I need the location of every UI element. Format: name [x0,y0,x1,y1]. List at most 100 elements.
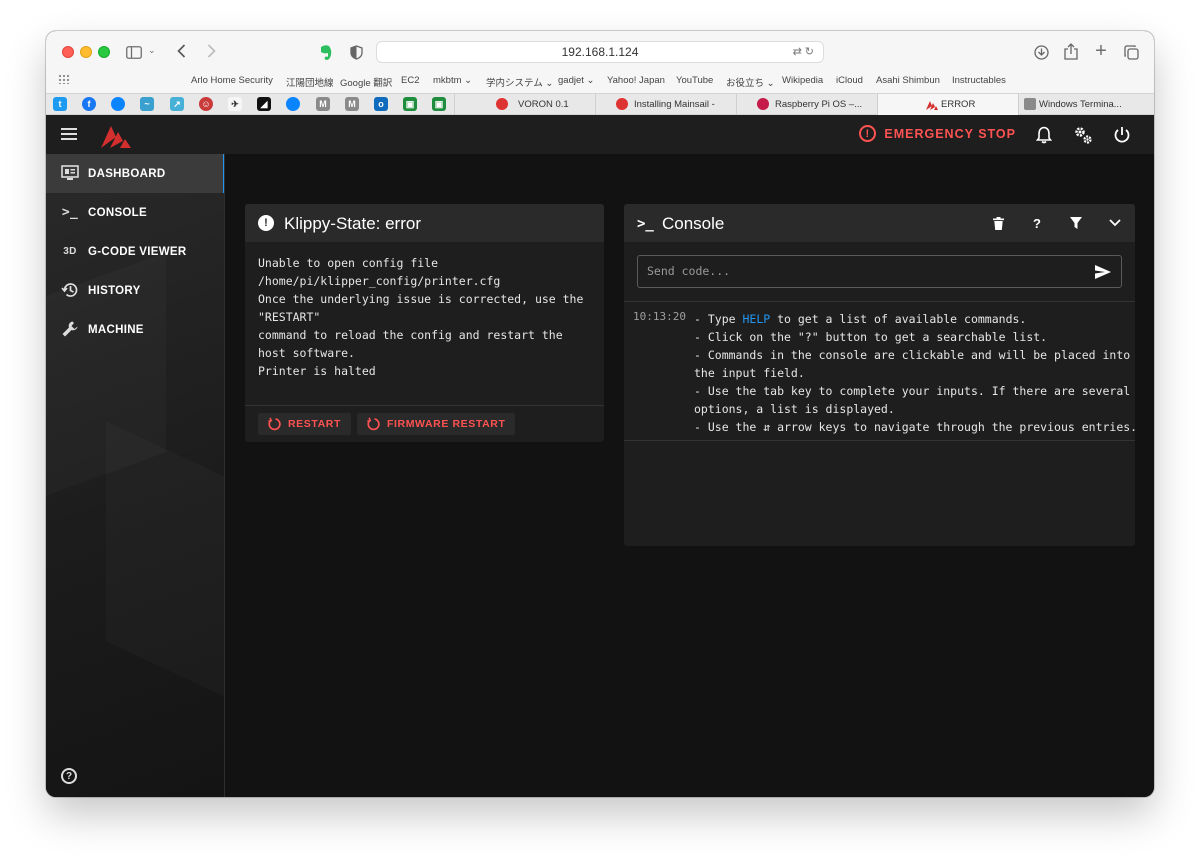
tab-raspberry-pi[interactable]: Raspberry Pi OS –... [736,94,877,115]
sidebar-item-dashboard[interactable]: DASHBOARD [46,154,224,193]
message-line: command to reload the config and restart… [258,328,563,342]
chart-icon[interactable]: ↗ [170,97,184,111]
menu-icon[interactable] [61,128,77,140]
tab-installing-mainsail[interactable]: Installing Mainsail - [595,94,736,115]
downloads-icon[interactable] [1032,43,1050,61]
help-command-link[interactable]: HELP [742,312,770,326]
favorite-link[interactable]: Google 翻訳 [340,75,392,89]
favorite-link[interactable]: Arlo Home Security [191,75,273,86]
message-line: /home/pi/klipper_config/printer.cfg [258,274,501,288]
twitter-icon[interactable]: t [53,97,67,111]
trash-icon[interactable] [988,213,1008,233]
favorite-link[interactable]: 江陽団地線 [286,75,334,89]
favorite-link[interactable]: gadjet ⌄ [558,75,594,86]
help-button[interactable]: ? [1027,213,1047,233]
bird-icon[interactable]: ✈ [228,97,242,111]
console-card-header: >_ Console ? [624,204,1135,242]
favorite-link[interactable]: Asahi Shimbun [876,75,940,86]
console-line: - Use the tab key to complete your input… [694,384,1131,398]
sidebar-item-gcode-viewer[interactable]: 3D G-CODE VIEWER [46,232,224,271]
mainsail-logo[interactable] [101,122,133,148]
browser-toolbar: ⌄ 192.168.1.124 ⇄↻ + Arlo Home Security … [46,31,1154,93]
help-circle-icon[interactable]: ? [61,768,77,784]
alert-circle-icon: ! [258,215,274,231]
favorite-link[interactable]: Yahoo! Japan [607,75,665,86]
power-icon[interactable] [1111,124,1133,146]
favorite-link[interactable]: YouTube [676,75,713,86]
message-line: Printer is halted [258,364,376,378]
tab-overview-icon[interactable] [1122,43,1140,61]
zoom-window-button[interactable] [98,46,110,58]
console-message: - Type HELP to get a list of available c… [694,310,1135,436]
new-tab-icon[interactable]: + [1092,41,1110,61]
tab-windows-terminal[interactable]: Windows Termina... [1018,94,1154,115]
message-line: Once the underlying issue is corrected, … [258,292,584,306]
favorite-link[interactable]: Instructables [952,75,1006,86]
favorite-link[interactable]: mkbtm ⌄ [433,75,472,86]
browser-window: ⌄ 192.168.1.124 ⇄↻ + Arlo Home Security … [46,31,1154,797]
console-line: - Type HELP to get a list of available c… [694,312,1027,326]
facebook-icon[interactable]: f [82,97,96,111]
favorite-link[interactable]: EC2 [401,75,419,86]
klippy-state-title: Klippy-State: error [284,214,421,233]
sidebar-item-machine[interactable]: MACHINE [46,310,224,349]
minimize-window-button[interactable] [80,46,92,58]
octoprint-icon[interactable]: ☺ [199,97,213,111]
app-bar: ! EMERGENCY STOP [46,115,1154,154]
translate-reload-icon[interactable]: ⇄↻ [793,45,817,58]
console-icon: >_ [637,216,654,232]
console-line: the input field. [694,366,805,380]
privacy-shield-icon[interactable] [348,44,364,60]
back-icon[interactable] [174,43,188,59]
c-icon [1024,98,1036,110]
classroom-icon[interactable]: ▣ [432,97,446,111]
sidebar-item-console[interactable]: >_ CONSOLE [46,193,224,232]
messenger-icon[interactable] [286,97,300,111]
klippy-card-header: ! Klippy-State: error [245,204,604,242]
filter-icon[interactable] [1066,213,1086,233]
tab-bar: t f ~ ↗ ☺ ✈ ◢ M M o ▣ ▣ VORON 0.1 Instal… [46,93,1154,115]
adobe-icon[interactable]: ~ [140,97,154,111]
share-icon[interactable] [1062,42,1080,60]
divider [624,440,1135,441]
favorite-link[interactable]: 学内システム ⌄ [486,75,553,89]
favorite-link[interactable]: Wikipedia [782,75,823,86]
notifications-bell-icon[interactable] [1033,124,1055,146]
address-bar[interactable]: 192.168.1.124 ⇄↻ [376,41,824,63]
raspberry-pi-icon [757,98,769,110]
console-line: - Commands in the console are clickable … [694,348,1131,362]
restart-button[interactable]: RESTART [258,413,352,435]
m-icon[interactable]: M [316,97,330,111]
forward-icon[interactable] [204,43,218,59]
tab-voron[interactable]: VORON 0.1 [454,94,595,115]
evernote-icon[interactable] [317,43,333,61]
messenger-icon[interactable] [111,97,125,111]
favorites-bar: Arlo Home Security 江陽団地線 Google 翻訳 EC2 m… [46,71,1154,91]
console-line: options, a list is displayed. [694,402,895,416]
favorite-link[interactable]: iCloud [836,75,863,86]
sidebar-toggle-icon[interactable] [125,44,143,60]
mainsail-app: ! EMERGENCY STOP DASHBOARD >_ CONSOLE 3D… [46,115,1154,797]
outlook-icon[interactable]: o [374,97,388,111]
tab-error[interactable]: ERROR [877,94,1018,115]
message-line: host software. [258,346,355,360]
autodesk-icon[interactable]: ◢ [257,97,271,111]
settings-gears-icon[interactable] [1072,124,1094,146]
send-code-input[interactable] [647,264,1077,278]
close-window-button[interactable] [62,46,74,58]
emergency-stop-button[interactable]: ! EMERGENCY STOP [859,125,1016,142]
chevron-down-icon[interactable]: ⌄ [148,46,156,55]
favorite-link[interactable]: お役立ち ⌄ [726,75,775,89]
chevron-down-icon[interactable] [1105,213,1125,233]
restart-icon [268,417,281,431]
m-icon[interactable]: M [345,97,359,111]
classroom-icon[interactable]: ▣ [403,97,417,111]
sidebar-item-history[interactable]: HISTORY [46,271,224,310]
history-icon [60,280,80,300]
console-line: - Use the ⇵ arrow keys to navigate throu… [694,420,1135,434]
console-line: - Click on the "?" button to get a searc… [694,330,1048,344]
send-icon[interactable] [1094,263,1112,281]
klippy-error-message: Unable to open config file /home/pi/klip… [258,254,598,380]
firmware-restart-button[interactable]: FIRMWARE RESTART [357,413,516,435]
console-card: >_ Console ? 10:13:20 [624,204,1135,546]
